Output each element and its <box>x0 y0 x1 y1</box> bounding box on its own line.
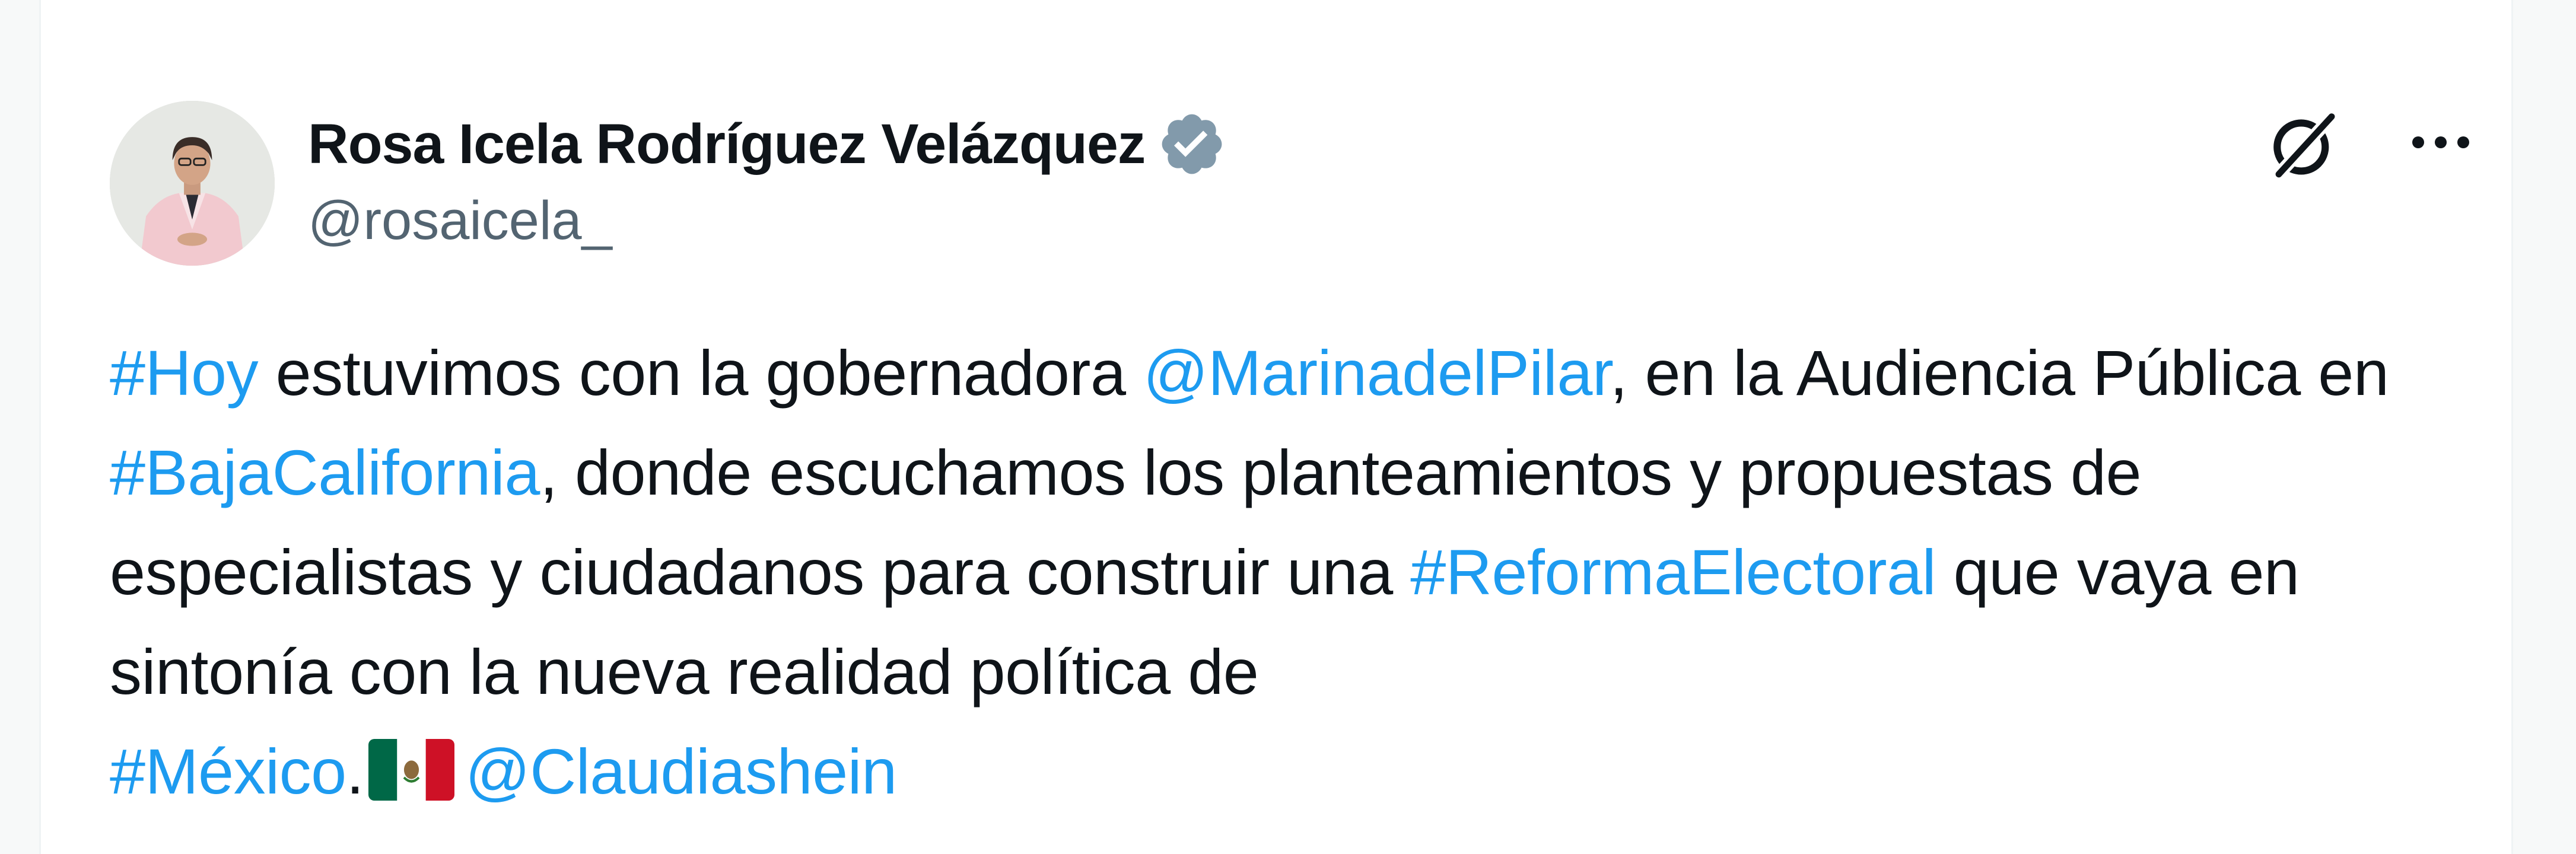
mexico-flag-icon <box>368 739 455 801</box>
mention-link[interactable]: @Claudiashein <box>465 735 897 807</box>
grok-icon[interactable] <box>2263 104 2343 184</box>
more-options-icon[interactable] <box>2405 122 2476 163</box>
mention-link[interactable]: @MarinadelPilar <box>1143 337 1610 409</box>
hashtag-link[interactable]: #ReformaElectoral <box>1410 536 1936 608</box>
hashtag-link[interactable]: #BajaCalifornia <box>110 436 540 508</box>
author-name-row: Rosa Icela Rodríguez Velázquez <box>308 106 1227 183</box>
tweet-text: #Hoy estuvimos con la gobernadora @Marin… <box>110 323 2489 821</box>
tweet-text-segment: . <box>346 735 364 807</box>
author-avatar[interactable] <box>110 101 275 266</box>
author-handle[interactable]: @rosaicela_ <box>308 190 612 252</box>
tweet-text-segment: , en la Audiencia Pública en <box>1610 337 2389 409</box>
tweet-text-segment: estuvimos con la gobernadora <box>258 337 1144 409</box>
hashtag-link[interactable]: #Hoy <box>110 337 259 409</box>
author-display-name[interactable]: Rosa Icela Rodríguez Velázquez <box>308 112 1146 177</box>
tweet-card: Rosa Icela Rodríguez Velázquez @rosaicel… <box>39 0 2513 854</box>
hashtag-link[interactable]: #México <box>110 735 346 807</box>
verified-badge-icon[interactable] <box>1157 109 1227 179</box>
